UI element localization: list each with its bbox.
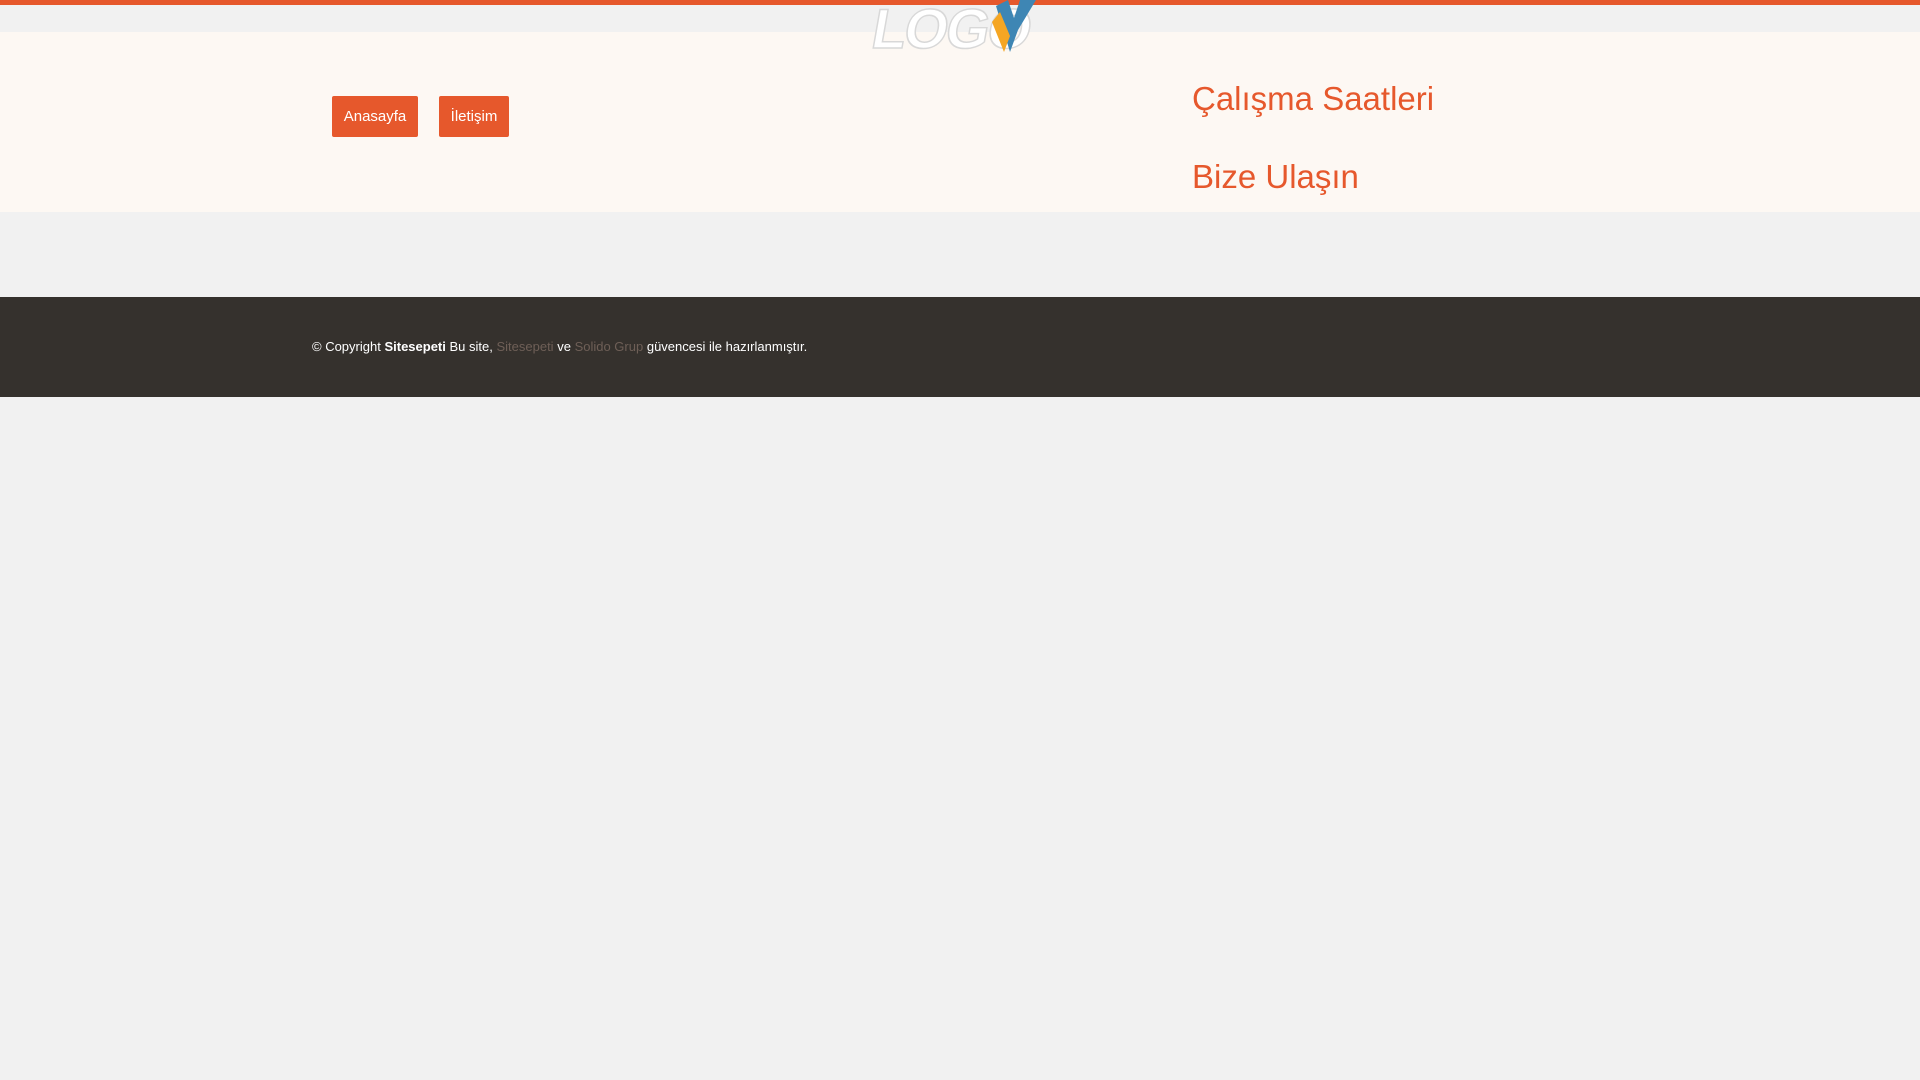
conjunction-text: ve: [557, 339, 571, 354]
nav-home-button[interactable]: Anasayfa: [332, 96, 418, 137]
copyright-brand: Sitesepeti: [384, 339, 446, 354]
footer: © Copyright Sitesepeti Bu site, Sitesepe…: [0, 297, 1920, 397]
copyright-text: © Copyright Sitesepeti Bu site, Sitesepe…: [312, 339, 807, 354]
site-logo[interactable]: LOGO: [867, 0, 1058, 61]
nav-contact-button[interactable]: İletişim: [439, 96, 509, 137]
contact-us-heading: Bize Ulaşın: [1192, 158, 1359, 195]
made-by-text: Bu site,: [449, 339, 493, 354]
working-hours-heading: Çalışma Saatleri: [1192, 80, 1435, 117]
header: Anasayfa İletişim Çalışma Saatleri Bize …: [0, 32, 1920, 212]
sitesepeti-link[interactable]: Sitesepeti: [496, 339, 553, 354]
solido-grup-link[interactable]: Solido Grup: [575, 339, 644, 354]
copyright-prefix: © Copyright: [312, 339, 381, 354]
copyright-suffix: güvencesi ile hazırlanmıştır.: [646, 339, 808, 354]
